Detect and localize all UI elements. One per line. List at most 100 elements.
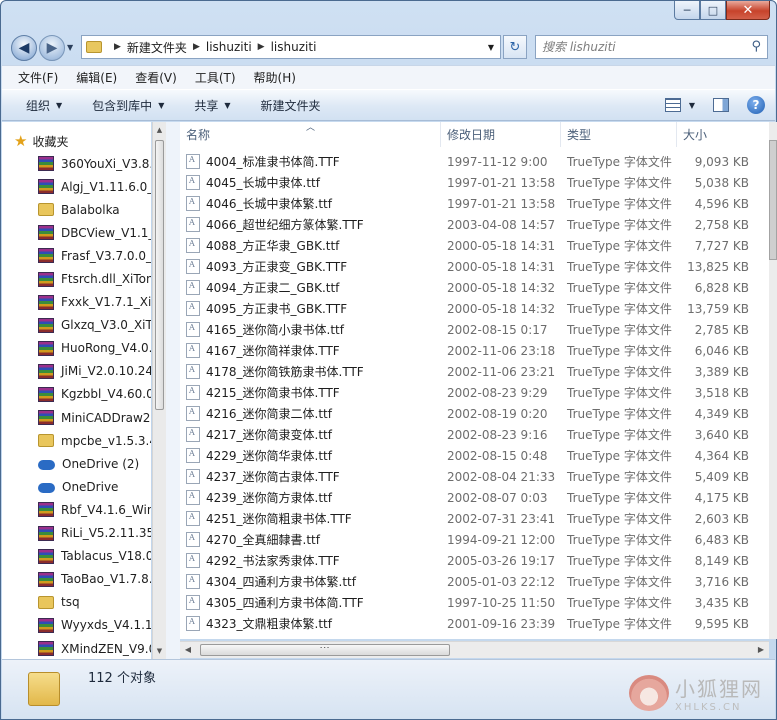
- column-type[interactable]: 类型: [561, 122, 677, 147]
- file-type: TrueType 字体文件: [567, 365, 672, 379]
- scrollbar-thumb[interactable]: [769, 140, 777, 260]
- scrollbar-thumb[interactable]: [200, 644, 450, 656]
- new-folder-button[interactable]: 新建文件夹: [261, 97, 321, 114]
- nav-item[interactable]: DBCView_V1.1_: [38, 221, 151, 244]
- breadcrumb-item[interactable]: lishuziti: [206, 40, 252, 54]
- file-row[interactable]: 4239_迷你简方隶体.ttf 2002-08-07 0:03 TrueType 字…: [180, 487, 769, 508]
- organize-button[interactable]: 组织 ▼: [26, 97, 62, 114]
- nav-item[interactable]: Tablacus_V18.0: [38, 545, 151, 568]
- archive-icon: [38, 548, 54, 564]
- refresh-button[interactable]: ↻: [503, 35, 527, 59]
- file-date: 2000-05-18 14:31: [447, 259, 556, 274]
- back-button[interactable]: ◀: [11, 35, 37, 61]
- address-dropdown-icon[interactable]: ▼: [482, 36, 500, 58]
- menu-view[interactable]: 查看(V): [135, 69, 177, 86]
- breadcrumb-item[interactable]: 新建文件夹: [127, 39, 187, 56]
- view-details-icon[interactable]: [664, 98, 681, 112]
- nav-pane-scrollbar[interactable]: ▲ ▼: [152, 122, 166, 659]
- file-row[interactable]: 4066_超世纪细方篆体繁.TTF 2003-04-08 14:57 TrueTyp…: [180, 214, 769, 235]
- nav-item[interactable]: 360YouXi_V3.8.: [38, 152, 151, 175]
- nav-item[interactable]: OneDrive (2): [38, 452, 151, 475]
- pane-splitter[interactable]: [166, 122, 180, 659]
- nav-item[interactable]: Ftsrch.dll_XiTon: [38, 267, 151, 290]
- nav-item[interactable]: Balabolka: [38, 198, 151, 221]
- nav-item[interactable]: Fxxk_V1.7.1_XiT: [38, 291, 151, 314]
- chevron-right-icon[interactable]: ▶: [258, 42, 265, 52]
- minimize-button[interactable]: ─: [674, 1, 700, 20]
- nav-item[interactable]: HuoRong_V4.0.: [38, 337, 151, 360]
- nav-item[interactable]: TaoBao_V1.7.8.: [38, 568, 151, 591]
- horizontal-scrollbar[interactable]: ◀ ▶: [180, 641, 769, 658]
- close-button[interactable]: ✕: [726, 1, 770, 20]
- file-row[interactable]: 4215_迷你简隶书体.TTF 2002-08-23 9:29 TrueType 字…: [180, 382, 769, 403]
- nav-item[interactable]: JiMi_V2.0.10.24_: [38, 360, 151, 383]
- file-name-cell: 4239_迷你简方隶体.ttf: [180, 489, 441, 506]
- file-row[interactable]: 4229_迷你简华隶体.ttf 2002-08-15 0:48 TrueType 字…: [180, 445, 769, 466]
- share-button[interactable]: 共享 ▼: [194, 97, 230, 114]
- file-row[interactable]: 4323_文鼎粗隶体繁.ttf 2001-09-16 23:39 TrueType …: [180, 613, 769, 634]
- include-in-library-button[interactable]: 包含到库中 ▼: [92, 97, 164, 114]
- file-row[interactable]: 4270_全真細隸書.ttf 1994-09-21 12:00 TrueType 字…: [180, 529, 769, 550]
- nav-item[interactable]: OneDrive: [38, 475, 151, 498]
- file-row[interactable]: 4095_方正隶书_GBK.TTF 2000-05-18 14:32 TrueTyp…: [180, 298, 769, 319]
- chevron-right-icon[interactable]: ▶: [193, 42, 200, 52]
- search-box[interactable]: ⚲: [535, 35, 768, 59]
- file-row[interactable]: 4251_迷你简粗隶书体.TTF 2002-07-31 23:41 TrueType…: [180, 508, 769, 529]
- scroll-left-icon[interactable]: ◀: [180, 642, 196, 658]
- nav-item[interactable]: Rbf_V4.1.6_Win: [38, 498, 151, 521]
- file-row[interactable]: 4305_四通利方隶书体简.TTF 1997-10-25 11:50 TrueTyp…: [180, 592, 769, 613]
- nav-item[interactable]: Glxzq_V3.0_XiTo: [38, 314, 151, 337]
- menu-tools[interactable]: 工具(T): [195, 69, 236, 86]
- file-row[interactable]: 4304_四通利方隶书体繁.ttf 2005-01-03 22:12 TrueTyp…: [180, 571, 769, 592]
- file-row[interactable]: 4237_迷你简古隶体.TTF 2002-08-04 21:33 TrueType …: [180, 466, 769, 487]
- scroll-right-icon[interactable]: ▶: [753, 642, 769, 658]
- file-row[interactable]: 4093_方正隶变_GBK.TTF 2000-05-18 14:31 TrueTyp…: [180, 256, 769, 277]
- search-icon[interactable]: ⚲: [751, 39, 761, 54]
- file-row[interactable]: 4045_长城中隶体.ttf 1997-01-21 13:58 TrueType 字…: [180, 172, 769, 193]
- file-row[interactable]: 4178_迷你简铁筋隶书体.TTF 2002-11-06 23:21 TrueTyp…: [180, 361, 769, 382]
- preview-pane-icon[interactable]: [713, 98, 729, 112]
- help-icon[interactable]: ?: [747, 96, 765, 114]
- file-row[interactable]: 4094_方正隶二_GBK.ttf 2000-05-18 14:32 TrueTyp…: [180, 277, 769, 298]
- file-list-scrollbar[interactable]: [769, 122, 777, 639]
- nav-item[interactable]: Wyyxds_V4.1.1.: [38, 614, 151, 637]
- column-date[interactable]: 修改日期: [441, 122, 561, 147]
- nav-item[interactable]: tsq: [38, 591, 151, 614]
- search-input[interactable]: [542, 40, 742, 54]
- file-row[interactable]: 4165_迷你简小隶书体.ttf 2002-08-15 0:17 TrueType …: [180, 319, 769, 340]
- file-row[interactable]: 4292_书法家秀隶体.TTF 2005-03-26 19:17 TrueType …: [180, 550, 769, 571]
- file-name: 4215_迷你简隶书体.TTF: [206, 386, 340, 400]
- file-date: 2002-07-31 23:41: [447, 511, 556, 526]
- scrollbar-thumb[interactable]: [155, 140, 164, 410]
- file-row[interactable]: 4088_方正华隶_GBK.ttf 2000-05-18 14:31 TrueTyp…: [180, 235, 769, 256]
- file-row[interactable]: 4004_标准隶书体简.TTF 1997-11-12 9:00 TrueType 字…: [180, 151, 769, 172]
- file-type: TrueType 字体文件: [567, 554, 672, 568]
- column-size[interactable]: 大小: [677, 122, 769, 147]
- chevron-right-icon[interactable]: ▶: [114, 42, 121, 52]
- nav-item[interactable]: RiLi_V5.2.11.354: [38, 522, 151, 545]
- nav-item[interactable]: Algj_V1.11.6.0_X: [38, 175, 151, 198]
- recent-pages-dropdown[interactable]: ▼: [67, 43, 73, 52]
- favorites-header[interactable]: ★ 收藏夹: [14, 132, 68, 150]
- watermark-text: 小狐狸网 XHLKS.CN: [675, 673, 763, 713]
- breadcrumb-item[interactable]: lishuziti: [271, 40, 317, 54]
- menu-help[interactable]: 帮助(H): [254, 69, 296, 86]
- scroll-up-icon[interactable]: ▲: [153, 122, 166, 138]
- nav-item[interactable]: Frasf_V3.7.0.0_X: [38, 244, 151, 267]
- file-row[interactable]: 4217_迷你简隶变体.ttf 2002-08-23 9:16 TrueType 字…: [180, 424, 769, 445]
- maximize-button[interactable]: □: [700, 1, 726, 20]
- chevron-down-icon[interactable]: ▼: [689, 101, 695, 110]
- file-type: TrueType 字体文件: [567, 407, 672, 421]
- forward-button[interactable]: ▶: [39, 35, 65, 61]
- file-row[interactable]: 4046_长城中隶体繁.ttf 1997-01-21 13:58 TrueType …: [180, 193, 769, 214]
- scroll-down-icon[interactable]: ▼: [153, 643, 166, 659]
- menu-file[interactable]: 文件(F): [18, 69, 58, 86]
- nav-item[interactable]: mpcbe_v1.5.3.4: [38, 429, 151, 452]
- file-row[interactable]: 4167_迷你简祥隶体.TTF 2002-11-06 23:18 TrueType …: [180, 340, 769, 361]
- address-bar[interactable]: ▶ 新建文件夹 ▶ lishuziti ▶ lishuziti ▼: [81, 35, 501, 59]
- file-row[interactable]: 4216_迷你简隶二体.ttf 2002-08-19 0:20 TrueType 字…: [180, 403, 769, 424]
- nav-item[interactable]: XMindZEN_V9.0: [38, 637, 151, 659]
- nav-item[interactable]: MiniCADDraw20: [38, 406, 151, 429]
- menu-edit[interactable]: 编辑(E): [76, 69, 117, 86]
- nav-item[interactable]: Kgzbbl_V4.60.0: [38, 383, 151, 406]
